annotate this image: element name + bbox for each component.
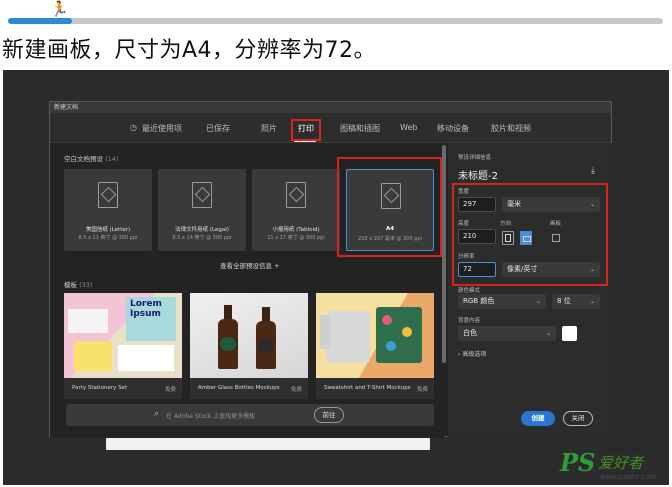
clock-icon: ◷ [130,123,137,132]
templates-heading: 模板 (33) [64,281,93,289]
watermark-logo: PS [560,448,596,477]
dialog-title: 新建文档 [50,102,611,113]
template-name: Amber Glass Bottles Mockups [198,385,280,391]
tutorial-page: 🏃 新建画板，尺寸为A4，分辨率为72。 新建文档 ◷ 最近使用项 已保存 照片… [0,0,672,487]
save-preset-icon[interactable]: ⤓ [591,166,601,176]
template-thumbnail [190,293,308,378]
preset-letter[interactable]: 美国信纸 (Letter) 8.5 x 11 英寸 @ 300 ppi [64,169,152,251]
color-mode-value: RGB 颜色 [463,297,495,305]
search-icon: ⌕ [154,409,160,419]
tab-web[interactable]: Web [400,123,417,132]
watermark-text: 爱好者 [598,454,644,472]
tab-mobile[interactable]: 移动设备 [437,123,469,134]
preset-legal[interactable]: 法律文件用纸 (Legal) 8.5 x 14 英寸 @ 300 ppi [158,169,246,251]
document-icon [286,182,306,208]
template-thumbnail [316,293,434,378]
template-name: Party Stationery Set [72,385,128,391]
new-document-dialog: 新建文档 ◷ 最近使用项 已保存 照片 打印 图稿和插图 Web 移动设备 胶片… [49,101,613,438]
tab-saved[interactable]: 已保存 [206,123,230,134]
background-label: 背景内容 [458,318,481,324]
view-all-presets-link[interactable]: 查看全部预设信息 + [220,260,280,270]
stock-search-bar: ⌕ 在 Adobe Stock 上查找更多模板 前往 [66,404,434,426]
tab-photo[interactable]: 照片 [261,123,277,134]
header-accent-bar [8,18,72,24]
advanced-options-toggle[interactable]: › 高级选项 [458,349,486,358]
details-heading: 预设详细信息 [458,155,492,161]
print-tab-highlight-box [291,119,321,141]
chevron-down-icon: ⌄ [589,298,595,305]
preset-tabloid[interactable]: 小报用纸 (Tabloid) 11 x 17 英寸 @ 300 ppi [252,169,340,251]
preset-size: 8.5 x 11 英寸 @ 300 ppi [78,235,138,241]
template-price: 免费 [164,387,176,393]
site-watermark: PS 爱好者 www.psahz.com [560,446,668,484]
preset-name: 小报用纸 (Tabloid) [272,227,320,233]
bit-depth-select[interactable]: 8 位 ⌄ [552,294,600,309]
taskbar-strip [106,438,430,450]
template-price: 免费 [416,387,428,393]
runner-icon: 🏃 [50,0,69,18]
header-divider [8,18,663,24]
tab-film-video[interactable]: 胶片和视频 [491,123,531,134]
chevron-down-icon: ⌄ [535,298,541,305]
advanced-options-label: 高级选项 [462,351,487,358]
document-icon [98,182,118,208]
template-sweatshirt[interactable]: Sweatshirt and T-Shirt Mockups 免费 [316,293,434,399]
a4-highlight-box [337,157,442,257]
settings-highlight-box [452,183,608,286]
document-icon [192,182,212,208]
close-button[interactable]: 关闭 [563,411,593,426]
template-thumbnail: Lorem Ipsum [64,293,182,378]
tab-art-illustration[interactable]: 图稿和插图 [340,123,380,134]
template-party-stationery[interactable]: Lorem Ipsum Party Stationery Set 免费 [64,293,182,399]
thumb-title: Lorem Ipsum [130,299,162,319]
background-value: 白色 [463,329,477,337]
presets-heading: 空白文档预设 (14) [64,155,119,163]
chevron-right-icon: › [458,351,461,358]
template-price: 免费 [290,387,302,393]
background-color-swatch[interactable] [562,326,577,341]
preset-size: 11 x 17 英寸 @ 300 ppi [267,235,325,241]
color-mode-select[interactable]: RGB 颜色 ⌄ [458,294,546,309]
preset-name: 法律文件用纸 (Legal) [175,227,229,233]
search-input[interactable]: 在 Adobe Stock 上查找更多模板 [166,411,255,420]
preset-size: 8.5 x 14 英寸 @ 300 ppi [172,235,232,241]
background-select[interactable]: 白色 ⌄ [458,326,556,341]
preset-tabs: ◷ 最近使用项 已保存 照片 打印 图稿和插图 Web 移动设备 胶片和视频 [50,113,611,143]
presets-panel: 空白文档预设 (14) 美国信纸 (Letter) 8.5 x 11 英寸 @ … [50,143,444,438]
template-amber-bottles[interactable]: Amber Glass Bottles Mockups 免费 [190,293,308,399]
go-button[interactable]: 前往 [314,407,344,423]
color-mode-label: 颜色模式 [458,288,481,294]
tab-recent[interactable]: 最近使用项 [142,123,182,134]
presets-scrollbar[interactable] [442,145,446,363]
create-button[interactable]: 创建 [521,411,555,426]
document-name-field[interactable]: 未标题-2 [458,167,498,182]
watermark-url: www.psahz.com [600,473,657,481]
bit-depth-value: 8 位 [557,297,571,305]
preset-details-panel: 预设详细信息 未标题-2 ⤓ 宽度 297 毫米 ⌄ 高度 方向 画板 210 … [448,143,613,438]
template-name: Sweatshirt and T-Shirt Mockups [324,385,411,391]
step-caption: 新建画板，尺寸为A4，分辨率为72。 [2,38,377,63]
chevron-down-icon: ⌄ [545,330,551,337]
preset-name: 美国信纸 (Letter) [85,227,131,233]
